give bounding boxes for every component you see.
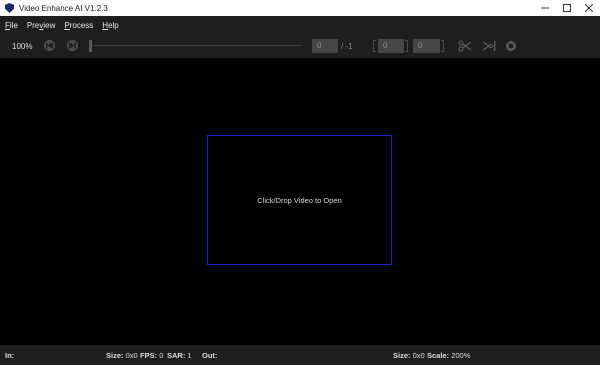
menu-process[interactable]: Process [64, 21, 93, 30]
input-fps: FPS: 0 [140, 351, 164, 360]
menu-bar: File Preview Process Help [0, 16, 600, 34]
total-frames-label: / -1 [341, 42, 353, 51]
menu-file-label: ile [9, 20, 18, 30]
range-end-field[interactable]: 0 [413, 39, 440, 53]
input-label: In: [5, 351, 15, 360]
minimize-button[interactable] [534, 0, 556, 16]
status-bar: In: Size: 0x0 FPS: 0 SAR: 1 Out: Size: 0… [0, 345, 600, 365]
menu-file[interactable]: File [5, 21, 18, 30]
app-logo-icon [5, 3, 14, 13]
close-button[interactable] [578, 0, 600, 16]
skip-forward-button[interactable] [67, 40, 78, 51]
input-size: Size: 0x0 [106, 351, 138, 360]
close-icon [585, 4, 593, 12]
menu-preview-prefix: Pre [26, 20, 40, 30]
menu-process-label: rocess [69, 20, 94, 30]
seek-slider-handle[interactable] [89, 40, 92, 52]
maximize-button[interactable] [556, 0, 578, 16]
seek-slider-track[interactable] [92, 45, 302, 46]
stop-button[interactable] [505, 40, 519, 52]
drop-zone-label: Click/Drop Video to Open [257, 195, 342, 205]
current-frame-field[interactable]: 0 [312, 39, 338, 53]
range-start-field[interactable]: 0 [378, 39, 404, 53]
skip-forward-icon [69, 42, 76, 49]
video-drop-zone[interactable]: Click/Drop Video to Open [207, 135, 392, 265]
window-title: Video Enhance AI V1.2.3 [19, 3, 108, 13]
scissors-icon [458, 40, 472, 52]
stop-icon [506, 41, 516, 51]
maximize-icon [563, 4, 571, 12]
range-start-bracket [373, 40, 376, 52]
zoom-level: 100% [12, 42, 33, 51]
playback-toolbar: 100% 0 / -1 0 0 [0, 34, 600, 58]
output-size: Size: 0x0 [393, 351, 425, 360]
output-label: Out: [202, 351, 218, 360]
video-canvas: Click/Drop Video to Open [0, 58, 600, 345]
menu-preview[interactable]: Preview [27, 21, 55, 30]
scissors-button[interactable] [458, 40, 472, 52]
menu-preview-label: iew [43, 20, 56, 30]
skip-back-icon [46, 42, 53, 49]
cut-right-button[interactable] [482, 40, 496, 52]
range-start-bracket-close [405, 40, 408, 52]
menu-help-label: elp [108, 20, 119, 30]
window-controls [534, 0, 600, 16]
skip-back-button[interactable] [44, 40, 55, 51]
cut-right-icon [482, 41, 496, 51]
minimize-icon [541, 7, 549, 9]
title-bar: Video Enhance AI V1.2.3 [0, 0, 600, 16]
output-scale: Scale: 200% [427, 351, 471, 360]
input-sar: SAR: 1 [167, 351, 192, 360]
range-end-bracket [441, 40, 444, 52]
menu-help[interactable]: Help [102, 21, 118, 30]
